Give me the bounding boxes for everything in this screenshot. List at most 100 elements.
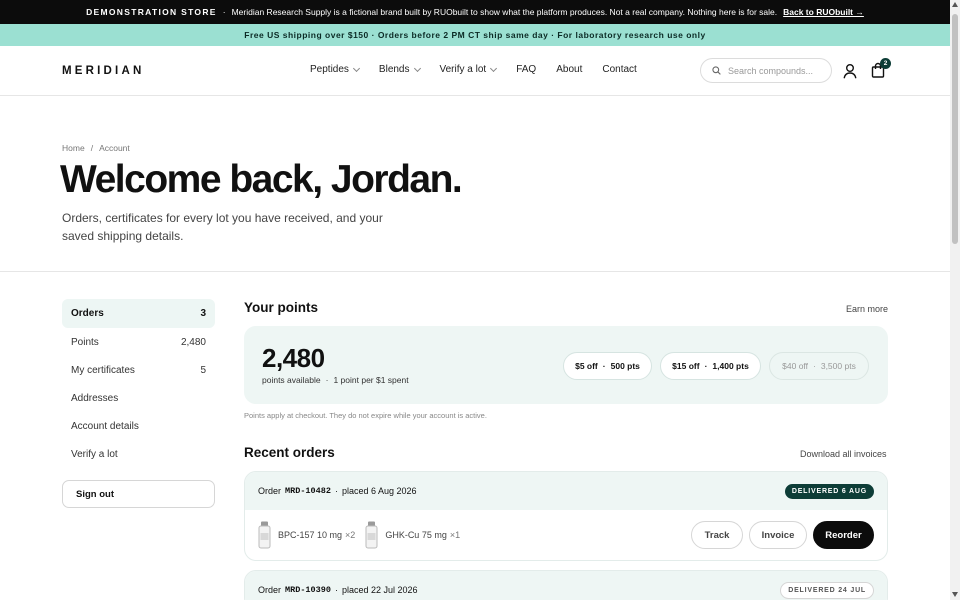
- reward-15-off-button[interactable]: $15 off · 1,400 pts: [660, 352, 761, 380]
- search-input[interactable]: Search compounds...: [700, 58, 832, 83]
- nav-faq-label: FAQ: [516, 64, 537, 75]
- nav-verify-label: Verify a lot: [439, 64, 487, 75]
- main-nav: Peptides Blends Verify a lot FAQ About C…: [310, 64, 657, 75]
- sidebar-item-count: 5: [200, 364, 206, 376]
- sidebar-item-certificates[interactable]: My certificates 5: [62, 356, 215, 384]
- sidebar-item-label: Account details: [71, 420, 139, 432]
- order-placed-date: placed 22 Jul 2026: [341, 585, 418, 595]
- demo-banner-separator: ·: [222, 7, 226, 17]
- scrollbar-thumb[interactable]: [952, 14, 958, 244]
- reward-discount: $5 off: [575, 361, 598, 371]
- status-badge: DELIVERED 24 JUL: [780, 581, 874, 599]
- track-button[interactable]: Track: [691, 521, 743, 549]
- reward-separator: ·: [813, 361, 816, 371]
- points-caption-separator: ·: [325, 375, 329, 385]
- order-line-item: BPC-157 10 mg ×2: [258, 521, 355, 549]
- breadcrumb-home[interactable]: Home: [62, 143, 85, 153]
- order-items: BPC-157 10 mg ×2 GHK-Cu 75 mg ×1 Track I…: [245, 510, 887, 560]
- sidebar-item-label: Points: [71, 336, 99, 348]
- invoice-button[interactable]: Invoice: [749, 521, 807, 549]
- sidebar-item-addresses[interactable]: Addresses: [62, 384, 215, 412]
- points-note: Points apply at checkout. They do not ex…: [244, 411, 487, 420]
- vial-icon: [365, 521, 378, 549]
- nav-blends[interactable]: Blends: [378, 64, 421, 75]
- reward-cost: 3,500 pts: [820, 361, 856, 371]
- page-scrollbar[interactable]: [950, 0, 960, 600]
- sidebar-item-count: 2,480: [180, 336, 206, 348]
- earn-more-link[interactable]: Earn more: [846, 304, 888, 314]
- sidebar-item-label: My certificates: [71, 364, 135, 376]
- reward-5-off-button[interactable]: $5 off · 500 pts: [563, 352, 652, 380]
- nav-verify-a-lot[interactable]: Verify a lot: [439, 64, 498, 75]
- order-actions: Track Invoice Reorder: [691, 521, 874, 549]
- order-placed-date: placed 6 Aug 2026: [341, 486, 417, 496]
- reward-separator: ·: [602, 361, 606, 371]
- nav-blends-label: Blends: [378, 64, 410, 75]
- order-prefix: Order: [258, 585, 282, 595]
- sidebar-item-account-details[interactable]: Account details: [62, 412, 215, 440]
- download-all-invoices-link[interactable]: Download all invoices: [800, 449, 887, 459]
- sidebar-item-points[interactable]: Points 2,480: [62, 328, 215, 356]
- order-card: Order MRD-10482 · placed 6 Aug 2026 DELI…: [244, 471, 888, 561]
- scroll-up-arrow-icon[interactable]: [952, 2, 958, 7]
- order-line-item: GHK-Cu 75 mg ×1: [365, 521, 460, 549]
- shipping-banner: Free US shipping over $150 · Orders befo…: [0, 24, 950, 46]
- order-card: Order MRD-10390 · placed 22 Jul 2026 DEL…: [244, 570, 888, 600]
- sidebar-item-orders[interactable]: Orders 3: [62, 299, 215, 328]
- reward-cost: 500 pts: [610, 361, 640, 371]
- search-icon: [712, 66, 721, 75]
- line-item-qty: ×1: [449, 530, 461, 540]
- chevron-down-icon: [490, 64, 498, 72]
- nav-faq[interactable]: FAQ: [516, 64, 536, 75]
- page-subtitle: Orders, certificates for every lot you h…: [62, 211, 383, 243]
- reorder-button[interactable]: Reorder: [813, 521, 874, 549]
- chevron-down-icon: [352, 64, 360, 72]
- chevron-down-icon: [413, 64, 421, 72]
- site-header: MERIDIAN Peptides Blends Verify a lot FA…: [0, 46, 950, 96]
- sidebar-item-count: 3: [200, 308, 206, 319]
- points-balance: 2,480: [262, 343, 325, 373]
- order-number: MRD-10482: [285, 486, 331, 496]
- reward-discount: $40 off: [782, 361, 808, 371]
- reward-separator: ·: [704, 361, 708, 371]
- nav-peptides-label: Peptides: [310, 64, 349, 75]
- breadcrumb: Home / Account: [62, 143, 130, 153]
- breadcrumb-separator: /: [90, 143, 94, 153]
- points-card: 2,480 points available · 1 point per $1 …: [244, 326, 888, 404]
- order-header: Order MRD-10482 · placed 6 Aug 2026 DELI…: [245, 472, 887, 510]
- recent-orders-title: Recent orders: [244, 445, 335, 460]
- vial-icon: [258, 521, 271, 549]
- nav-contact[interactable]: Contact: [602, 64, 636, 75]
- points-rate: 1 point per $1 spent: [333, 375, 409, 385]
- search-placeholder: Search compounds...: [728, 65, 814, 76]
- meridian-logo[interactable]: MERIDIAN: [62, 65, 144, 77]
- account-sidebar: Orders 3 Points 2,480 My certificates 5 …: [62, 299, 215, 468]
- order-separator: ·: [334, 486, 338, 496]
- cart-count-badge: 2: [880, 58, 891, 69]
- demo-banner: DEMONSTRATION STORE · Meridian Research …: [0, 0, 950, 24]
- points-caption-label: points available: [262, 375, 321, 385]
- account-icon[interactable]: [843, 63, 857, 79]
- line-item-name: BPC-157 10 mg: [278, 530, 343, 540]
- sidebar-item-verify-lot[interactable]: Verify a lot: [62, 440, 215, 468]
- sidebar-item-label: Verify a lot: [71, 448, 118, 460]
- nav-about[interactable]: About: [556, 64, 582, 75]
- demo-banner-message: Meridian Research Supply is a fictional …: [231, 7, 778, 17]
- reward-40-off-button: $40 off · 3,500 pts: [769, 352, 869, 380]
- order-meta: Order MRD-10482 · placed 6 Aug 2026: [258, 486, 417, 496]
- sidebar-item-label: Orders: [71, 308, 104, 319]
- page-title: Welcome back, Jordan.: [60, 158, 463, 201]
- status-badge: DELIVERED 6 AUG: [784, 483, 874, 499]
- account-hero: Home / Account Welcome back, Jordan. Ord…: [0, 96, 950, 272]
- nav-about-label: About: [556, 64, 583, 75]
- back-to-ruobuilt-link[interactable]: Back to RUObuilt →: [783, 7, 864, 17]
- sign-out-button[interactable]: Sign out: [62, 480, 215, 508]
- order-separator: ·: [334, 585, 338, 595]
- points-section-title: Your points: [244, 300, 318, 315]
- reward-cost: 1,400 pts: [712, 361, 749, 371]
- order-meta: Order MRD-10390 · placed 22 Jul 2026: [258, 585, 418, 595]
- sidebar-item-label: Addresses: [71, 392, 119, 404]
- scroll-down-arrow-icon[interactable]: [952, 592, 958, 597]
- nav-peptides[interactable]: Peptides: [310, 64, 360, 75]
- line-item-name: GHK-Cu 75 mg: [385, 530, 447, 540]
